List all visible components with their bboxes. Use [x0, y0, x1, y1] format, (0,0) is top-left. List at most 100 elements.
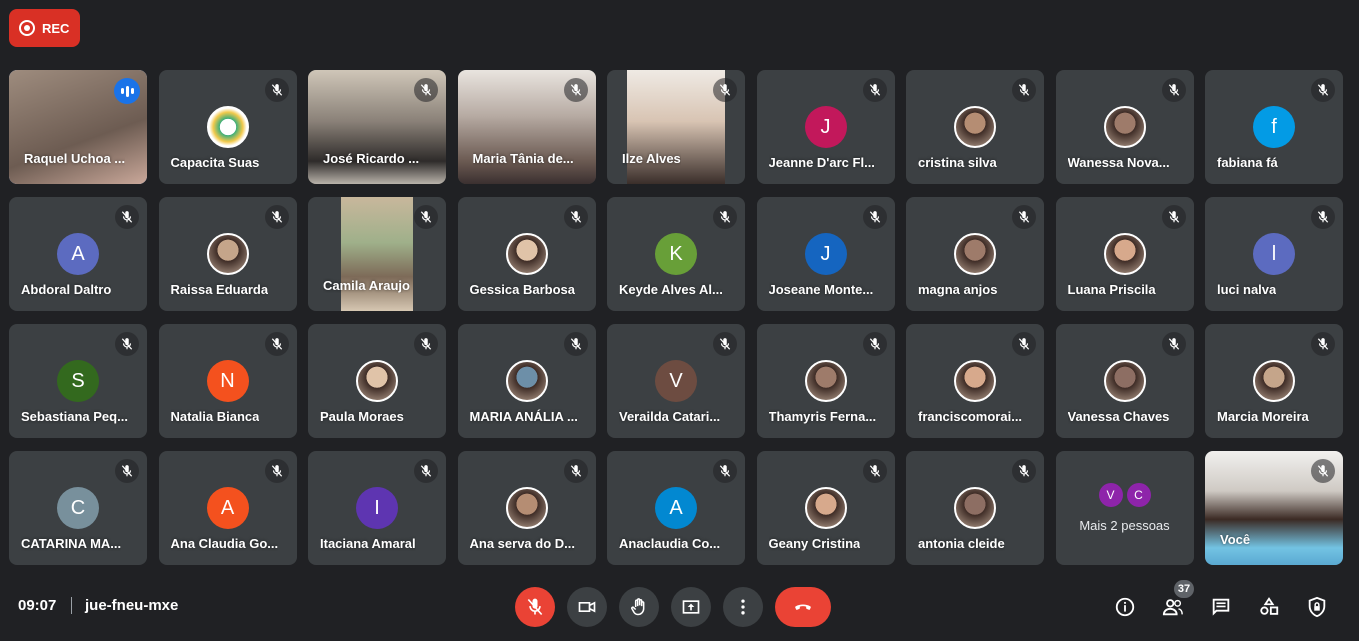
video-feed [341, 197, 413, 311]
participant-tile[interactable]: Gessica Barbosa [457, 197, 596, 311]
more-options-button[interactable] [723, 587, 763, 627]
avatar-photo [804, 360, 847, 402]
participant-name: Ana serva do D... [469, 536, 575, 551]
participant-name: Wanessa Nova... [1067, 155, 1170, 170]
avatar: S [57, 360, 99, 402]
muted-mic-icon [1012, 459, 1036, 483]
participant-name: Ana Claudia Go... [170, 536, 279, 551]
avatar: J [804, 233, 847, 275]
raise-hand-button[interactable] [619, 587, 659, 627]
people-count-badge: 37 [1174, 580, 1194, 598]
more-options-icon [741, 599, 745, 615]
participant-tile[interactable]: Ana serva do D... [457, 451, 596, 565]
host-controls-button[interactable] [1305, 595, 1329, 619]
participant-tile[interactable]: Geany Cristina [756, 451, 895, 565]
people-icon [1162, 599, 1183, 616]
participant-tile[interactable]: Ilze Alves [607, 70, 745, 184]
participant-name: Abdoral Daltro [21, 282, 112, 297]
toggle-camera-button[interactable] [567, 587, 607, 627]
muted-mic-icon [862, 205, 887, 229]
participant-name: Thamyris Ferna... [768, 409, 877, 424]
toggle-microphone-button[interactable] [515, 587, 555, 627]
participant-tile[interactable]: Capacita Suas [158, 70, 297, 184]
participant-tile[interactable]: C CATARINA MA... [9, 451, 147, 565]
avatar: l [1253, 233, 1295, 275]
participant-name: Camila Araujo [323, 278, 410, 293]
participant-tile[interactable]: I Itaciana Amaral [308, 451, 446, 565]
avatar: J [804, 106, 847, 148]
people-button[interactable] [1161, 595, 1185, 619]
participant-tile[interactable]: Wanessa Nova... [1055, 70, 1194, 184]
participant-tile[interactable]: K Keyde Alves Al... [607, 197, 745, 311]
meeting-info-button[interactable] [1113, 595, 1137, 619]
self-view-tile[interactable]: Você [1205, 451, 1343, 565]
muted-mic-icon [115, 332, 139, 356]
participant-tile[interactable]: N Natalia Bianca [158, 324, 297, 438]
avatar-photo [1103, 360, 1146, 402]
avatar: A [57, 233, 99, 275]
participant-tile[interactable]: Raissa Eduarda [158, 197, 297, 311]
chat-button[interactable] [1209, 595, 1233, 619]
participant-name: Itaciana Amaral [320, 536, 416, 551]
participant-name: Raissa Eduarda [170, 282, 269, 297]
participant-tile[interactable]: Thamyris Ferna... [756, 324, 895, 438]
avatar: A [655, 487, 697, 529]
muted-mic-icon [563, 78, 588, 102]
participant-tile[interactable]: V Verailda Catari... [607, 324, 745, 438]
participant-tile[interactable]: l luci nalva [1205, 197, 1343, 311]
muted-mic-icon [1161, 205, 1186, 229]
avatar-photo [804, 487, 847, 529]
meeting-code[interactable]: jue-fneu-mxe [85, 597, 178, 614]
activities-button[interactable] [1257, 595, 1281, 619]
chat-icon [1212, 598, 1230, 616]
participant-tile[interactable]: Paula Moraes [308, 324, 446, 438]
muted-mic-icon [713, 459, 737, 483]
video-feed [627, 70, 725, 184]
participant-tile[interactable]: Raquel Uchoa ... [9, 70, 147, 184]
participant-tile[interactable]: antonia cleide [906, 451, 1044, 565]
host-controls-icon [1308, 596, 1326, 618]
participant-tile[interactable]: magna anjos [906, 197, 1044, 311]
participant-grid: Raquel Uchoa ... Capacita Suas José Ricard… [9, 70, 1343, 565]
muted-mic-icon [713, 205, 737, 229]
participant-tile[interactable]: S Sebastiana Peq... [9, 324, 147, 438]
participant-name: fabiana fá [1217, 155, 1278, 170]
muted-mic-icon [862, 332, 887, 356]
muted-mic-icon [414, 332, 438, 356]
participant-tile[interactable]: A Anaclaudia Co... [607, 451, 745, 565]
avatar-photo [954, 233, 996, 275]
participant-tile[interactable]: Camila Araujo [308, 197, 446, 311]
participant-tile[interactable]: J Joseane Monte... [756, 197, 895, 311]
participant-tile[interactable]: José Ricardo ... [308, 70, 446, 184]
participant-tile[interactable]: Marcia Moreira [1205, 324, 1343, 438]
muted-mic-icon [1311, 78, 1335, 102]
muted-mic-icon [1161, 332, 1186, 356]
participant-tile[interactable]: Luana Priscila [1055, 197, 1194, 311]
participant-tile[interactable]: J Jeanne D'arc Fl... [756, 70, 895, 184]
avatar: I [356, 487, 398, 529]
leave-call-button[interactable] [775, 587, 831, 627]
muted-mic-icon [713, 332, 737, 356]
more-participants-tile[interactable]: V C Mais 2 pessoas [1055, 451, 1194, 565]
participant-tile[interactable]: Vanessa Chaves [1055, 324, 1194, 438]
recording-indicator: REC [9, 9, 80, 47]
participant-tile[interactable]: cristina silva [906, 70, 1044, 184]
participant-name: Joseane Monte... [768, 282, 874, 297]
participant-name: Sebastiana Peq... [21, 409, 128, 424]
participant-tile[interactable]: A Abdoral Daltro [9, 197, 147, 311]
participant-name: Anaclaudia Co... [619, 536, 721, 551]
muted-mic-icon [1161, 78, 1186, 102]
avatar-photo [954, 487, 996, 529]
participant-tile[interactable]: MARIA ANÁLIA ... [457, 324, 596, 438]
avatar-photo [206, 233, 249, 275]
present-screen-button[interactable] [671, 587, 711, 627]
participant-tile[interactable]: f fabiana fá [1205, 70, 1343, 184]
avatar-photo [1103, 233, 1146, 275]
participant-tile[interactable]: Maria Tânia de... [457, 70, 596, 184]
muted-mic-icon [1012, 332, 1036, 356]
participant-name: franciscomorai... [918, 409, 1023, 424]
muted-mic-icon [414, 78, 438, 102]
participant-tile[interactable]: A Ana Claudia Go... [158, 451, 297, 565]
participant-tile[interactable]: franciscomorai... [906, 324, 1044, 438]
muted-mic-icon [862, 459, 887, 483]
